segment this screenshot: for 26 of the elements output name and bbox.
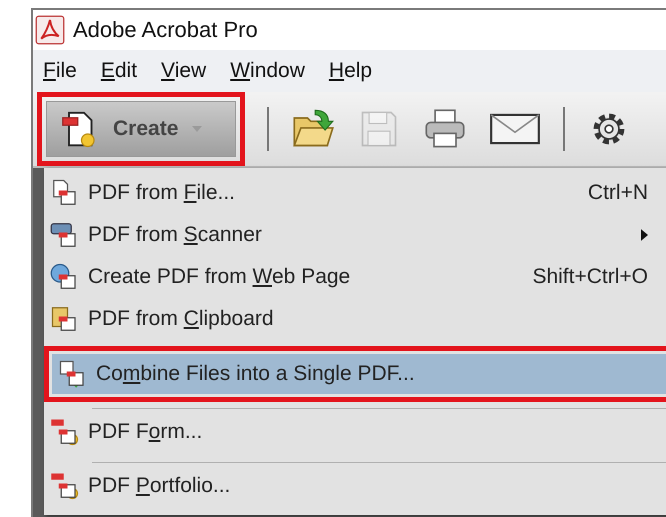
menu-item-label: PDF from Clipboard bbox=[88, 307, 275, 331]
submenu-arrow-icon bbox=[641, 229, 648, 241]
menu-item[interactable]: File bbox=[43, 59, 77, 83]
menu-item-label: PDF from File... bbox=[88, 181, 236, 205]
caret-icon bbox=[192, 126, 202, 132]
menu-item-label: PDF Portfolio... bbox=[88, 474, 232, 498]
menu-item-label: PDF Form... bbox=[88, 420, 204, 444]
document-icon bbox=[50, 417, 80, 447]
menu-item[interactable]: Combine Files into a Single PDF... bbox=[52, 354, 666, 394]
menu-item[interactable]: PDF from File... Ctrl+N bbox=[44, 172, 666, 214]
menu-item-label: PDF from Scanner bbox=[88, 223, 263, 247]
menu-item[interactable]: Create PDF from Web Page Shift+Ctrl+O bbox=[44, 256, 666, 298]
menu-item[interactable]: Window bbox=[230, 59, 305, 83]
menu-item[interactable]: View bbox=[161, 59, 206, 83]
menu-item[interactable]: Edit bbox=[100, 59, 138, 83]
window-title: Adobe Acrobat Pro bbox=[73, 17, 258, 43]
menu-item-label: Combine Files into a Single PDF... bbox=[96, 362, 416, 386]
menu-item-label: Create PDF from Web Page bbox=[88, 265, 352, 289]
shortcut-label: Ctrl+N bbox=[588, 181, 648, 205]
document-icon bbox=[50, 471, 80, 501]
menu-item[interactable]: PDF from Clipboard bbox=[44, 298, 666, 340]
app-logo-icon bbox=[35, 15, 65, 45]
menu-item[interactable]: Help bbox=[328, 59, 372, 83]
create-button[interactable]: Create bbox=[46, 101, 236, 157]
shortcut-label: Shift+Ctrl+O bbox=[532, 265, 648, 289]
menu-item[interactable]: PDF from Scanner bbox=[44, 214, 666, 256]
